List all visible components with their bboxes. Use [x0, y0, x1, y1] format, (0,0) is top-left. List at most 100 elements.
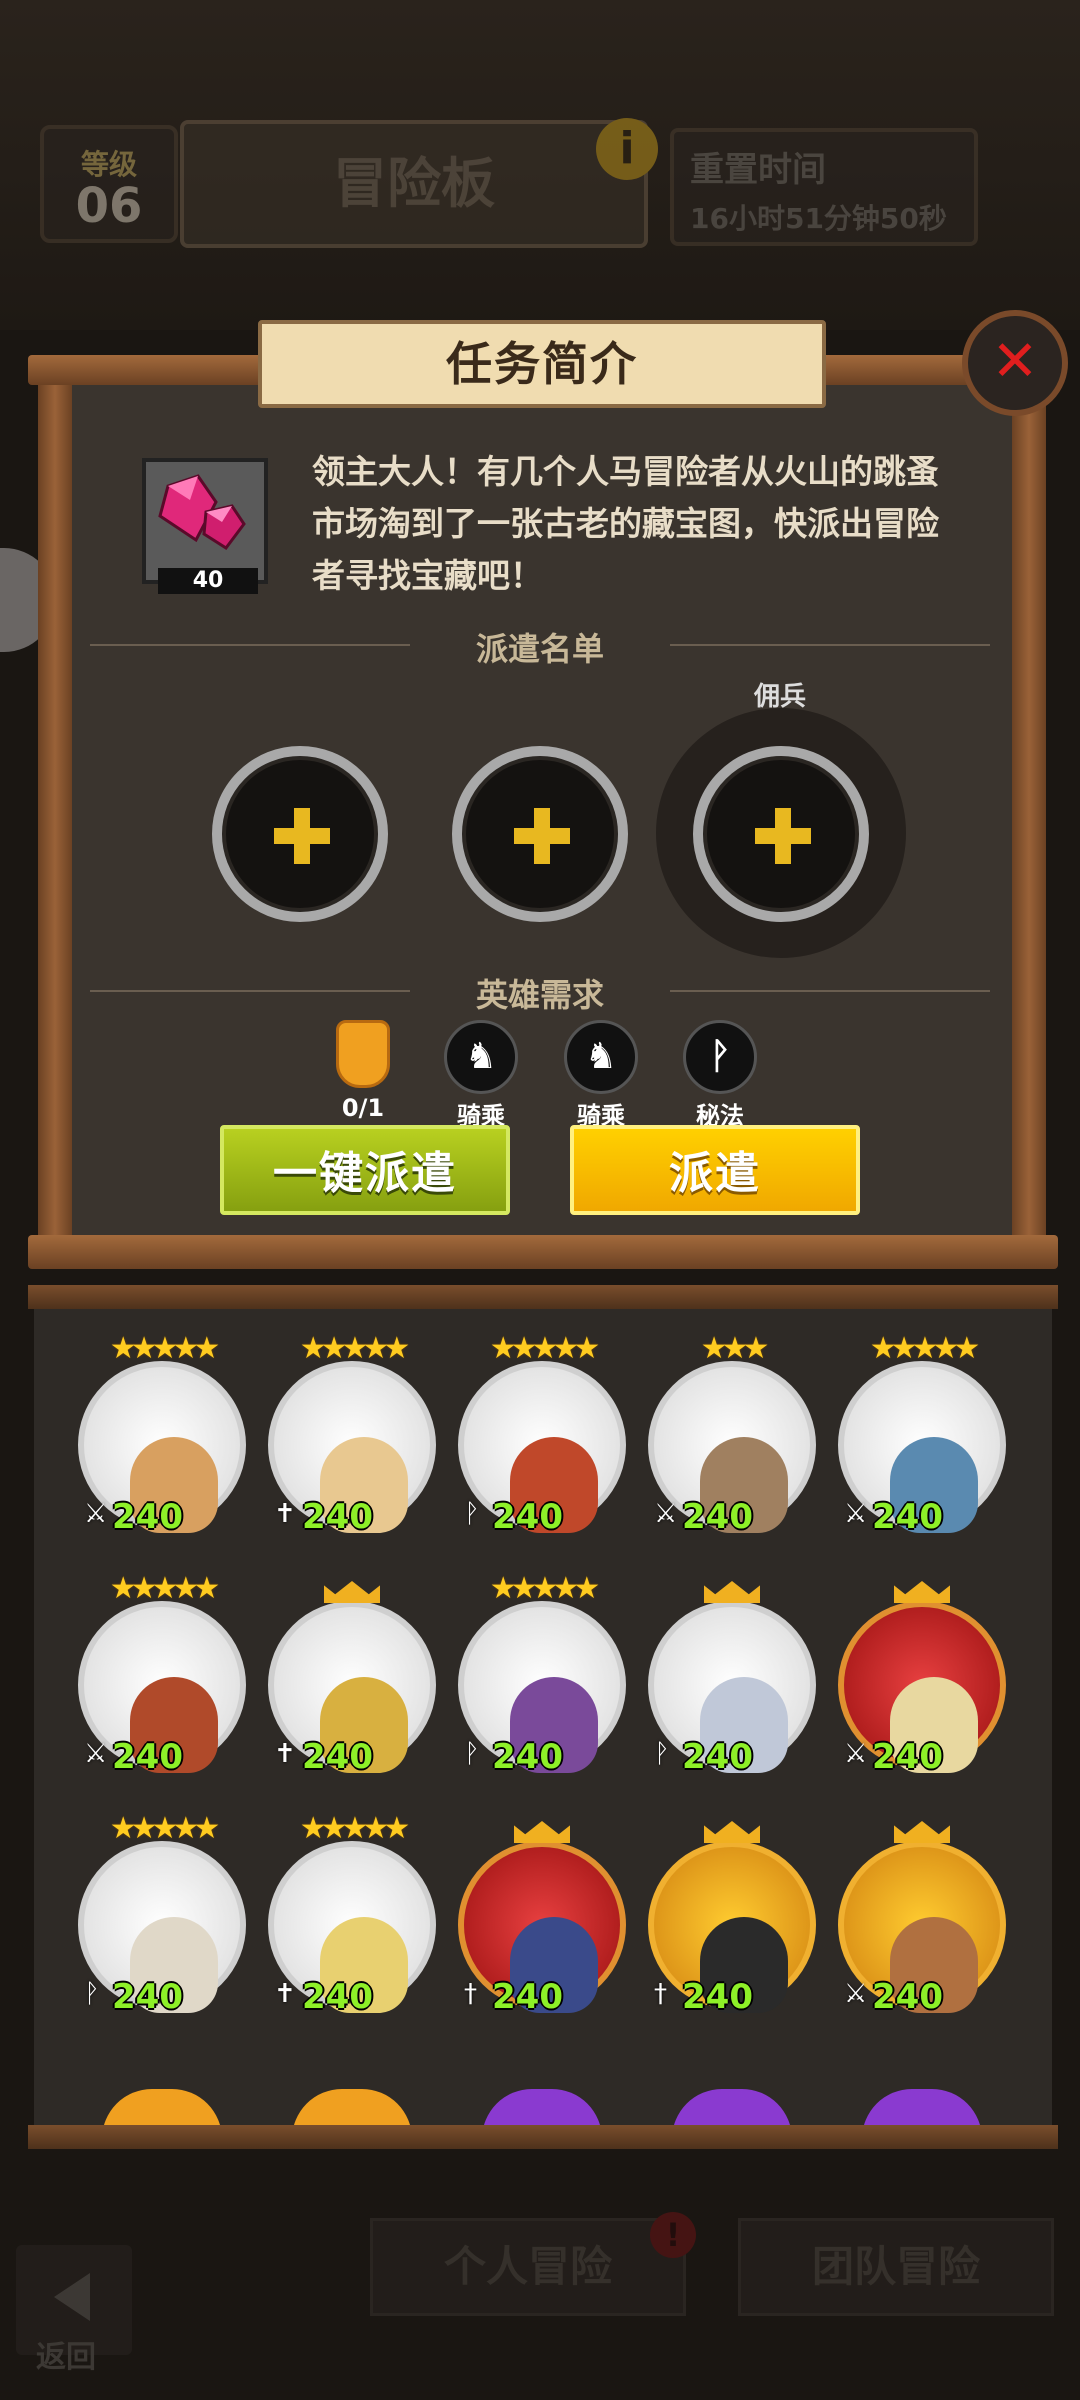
dispatch-button[interactable]: 派遣 — [570, 1125, 860, 1215]
cross-icon: ✝ — [274, 1499, 296, 1529]
hero-card[interactable]: ⚔ 240 — [832, 1571, 1012, 1777]
wood-post-right — [1012, 375, 1046, 1245]
magic-icon: ᚹ — [84, 1979, 100, 2009]
hero-level: 240 — [302, 1977, 373, 2017]
hero-card[interactable]: ★★★★★ ᚹ 240 — [72, 1811, 252, 2017]
magic-icon: ᚹ — [464, 1499, 480, 1529]
dispatch-slot-1[interactable] — [212, 746, 388, 922]
refresh-timer: 重置时间 16小时51分钟50秒 — [670, 128, 978, 246]
hero-card[interactable]: † 240 — [642, 1811, 822, 2017]
star-rating: ★★★★★ — [109, 1331, 220, 1366]
hero-requirements-heading: 英雄需求 — [50, 970, 1030, 1016]
sword-icon: ⚔ — [844, 1739, 868, 1769]
reward-item[interactable]: 40 — [142, 458, 268, 594]
star-rating: ★★★★★ — [299, 1811, 410, 1846]
magic-wand-icon: ᚹ — [683, 1020, 757, 1094]
refresh-label: 重置时间 — [690, 150, 826, 190]
hero-card[interactable]: ★★★★★ ⚔ 240 — [72, 1571, 252, 1777]
mercenary-label: 佣兵 — [753, 682, 806, 712]
dialog-title: 任务简介 — [258, 320, 826, 408]
crown-icon — [704, 1573, 760, 1603]
roster-panel[interactable]: ★★★★★ ⚔ 240 ★★★★★ ✝ 240 ★★★★★ ᚹ 240 ★★★ ⚔ 240 ★★★★★ ⚔… — [34, 1309, 1052, 2125]
magic-icon: ᚹ — [654, 1739, 670, 1769]
hero-level: 240 — [302, 1737, 373, 1777]
requirement-riding-1[interactable]: ♞ 骑乘 — [436, 1020, 526, 1131]
hero-level: 240 — [492, 1977, 563, 2017]
horse-head-icon: ♞ — [444, 1020, 518, 1094]
mercenary-slot[interactable] — [693, 746, 869, 922]
hero-level: 240 — [492, 1497, 563, 1537]
plus-icon — [514, 808, 570, 864]
hero-card[interactable]: ★★★★★ ⚔ 240 — [72, 1331, 252, 1537]
crown-icon — [704, 1813, 760, 1843]
auto-dispatch-button[interactable]: 一键派遣 — [220, 1125, 510, 1215]
hero-level: 240 — [682, 1977, 753, 2017]
hero-card[interactable]: ★★★★★ ✝ 240 — [262, 1331, 442, 1537]
requirement-riding-2[interactable]: ♞ 骑乘 — [556, 1020, 646, 1131]
hero-level: 240 — [872, 1977, 943, 2017]
crown-icon — [894, 1573, 950, 1603]
hero-level: 240 — [872, 1737, 943, 1777]
sword-icon: ⚔ — [84, 1499, 108, 1529]
tab-team-adventure[interactable]: 团队冒险 — [738, 2218, 1054, 2316]
crown-icon — [894, 1813, 950, 1843]
board-title: 冒险板 — [180, 120, 648, 248]
hero-level: 240 — [112, 1977, 183, 2017]
hero-card[interactable]: ⚔ 240 — [832, 1811, 1012, 2017]
refresh-time: 16小时51分钟50秒 — [690, 202, 947, 235]
mission-description: 领主大人！有几个人马冒险者从火山的跳蚤市场淘到了一张古老的藏宝图，快派出冒险者寻… — [312, 452, 939, 595]
reward-count: 40 — [158, 568, 258, 594]
requirement-count: 0/1 — [318, 1020, 408, 1122]
hero-requirements-label: 英雄需求 — [475, 976, 604, 1014]
dagger-icon: † — [654, 1979, 667, 2009]
roster-beam-top — [28, 1285, 1058, 1309]
back-arrow-icon — [54, 2273, 90, 2321]
sword-icon: ⚔ — [654, 1499, 678, 1529]
magic-icon: ᚹ — [464, 1739, 480, 1769]
hero-card-partial[interactable] — [292, 2089, 412, 2125]
horse-head-icon: ♞ — [564, 1020, 638, 1094]
hero-card-partial[interactable] — [482, 2089, 602, 2125]
hero-card[interactable]: ★★★★★ ᚹ 240 — [452, 1571, 632, 1777]
hero-card[interactable]: ✝ 240 — [262, 1571, 442, 1777]
star-rating: ★★★★★ — [869, 1331, 980, 1366]
dispatch-list-heading: 派遣名单 — [50, 624, 1030, 670]
close-icon[interactable]: ✕ — [962, 310, 1068, 416]
hero-card[interactable]: ★★★★★ ✝ 240 — [262, 1811, 442, 2017]
cross-icon: ✝ — [274, 1979, 296, 2009]
level-value: 06 — [75, 178, 143, 234]
pink-gem-icon — [158, 474, 246, 551]
sword-icon: ⚔ — [844, 1979, 868, 2009]
hero-level: 240 — [682, 1737, 753, 1777]
dispatch-list-label: 派遣名单 — [475, 630, 604, 668]
requirement-count-label: 0/1 — [341, 1094, 385, 1122]
crown-icon — [514, 1813, 570, 1843]
back-label: 返回 — [36, 2340, 96, 2375]
requirement-arcane[interactable]: ᚹ 秘法 — [675, 1020, 765, 1131]
hero-level: 240 — [492, 1737, 563, 1777]
hero-level: 240 — [112, 1497, 183, 1537]
hero-card[interactable]: ᚹ 240 — [642, 1571, 822, 1777]
plus-icon — [755, 808, 811, 864]
wood-post-left — [38, 375, 72, 1245]
star-rating: ★★★ — [700, 1331, 770, 1366]
plus-icon — [274, 808, 330, 864]
dispatch-slot-2[interactable] — [452, 746, 628, 922]
tab-personal-adventure[interactable]: 个人冒险 — [370, 2218, 686, 2316]
info-icon[interactable]: i — [596, 118, 658, 180]
star-rating: ★★★★★ — [299, 1331, 410, 1366]
hero-card[interactable]: ★★★★★ ᚹ 240 — [452, 1331, 632, 1537]
hero-card-partial[interactable] — [102, 2089, 222, 2125]
hero-level: 240 — [302, 1497, 373, 1537]
hero-card-partial[interactable] — [862, 2089, 982, 2125]
hero-level: 240 — [682, 1497, 753, 1537]
crown-icon — [324, 1573, 380, 1603]
cross-icon: ✝ — [274, 1739, 296, 1769]
orange-shield-icon — [336, 1020, 390, 1088]
hero-roster: ★★★★★ ⚔ 240 ★★★★★ ✝ 240 ★★★★★ ᚹ 240 ★★★ ⚔ 240 ★★★★★ ⚔… — [28, 1285, 1058, 2149]
hero-card[interactable]: ★★★ ⚔ 240 — [642, 1331, 822, 1537]
hero-card-partial[interactable] — [672, 2089, 792, 2125]
hero-card[interactable]: ★★★★★ ⚔ 240 — [832, 1331, 1012, 1537]
level-box: 等级 06 — [40, 125, 178, 243]
hero-card[interactable]: † 240 — [452, 1811, 632, 2017]
